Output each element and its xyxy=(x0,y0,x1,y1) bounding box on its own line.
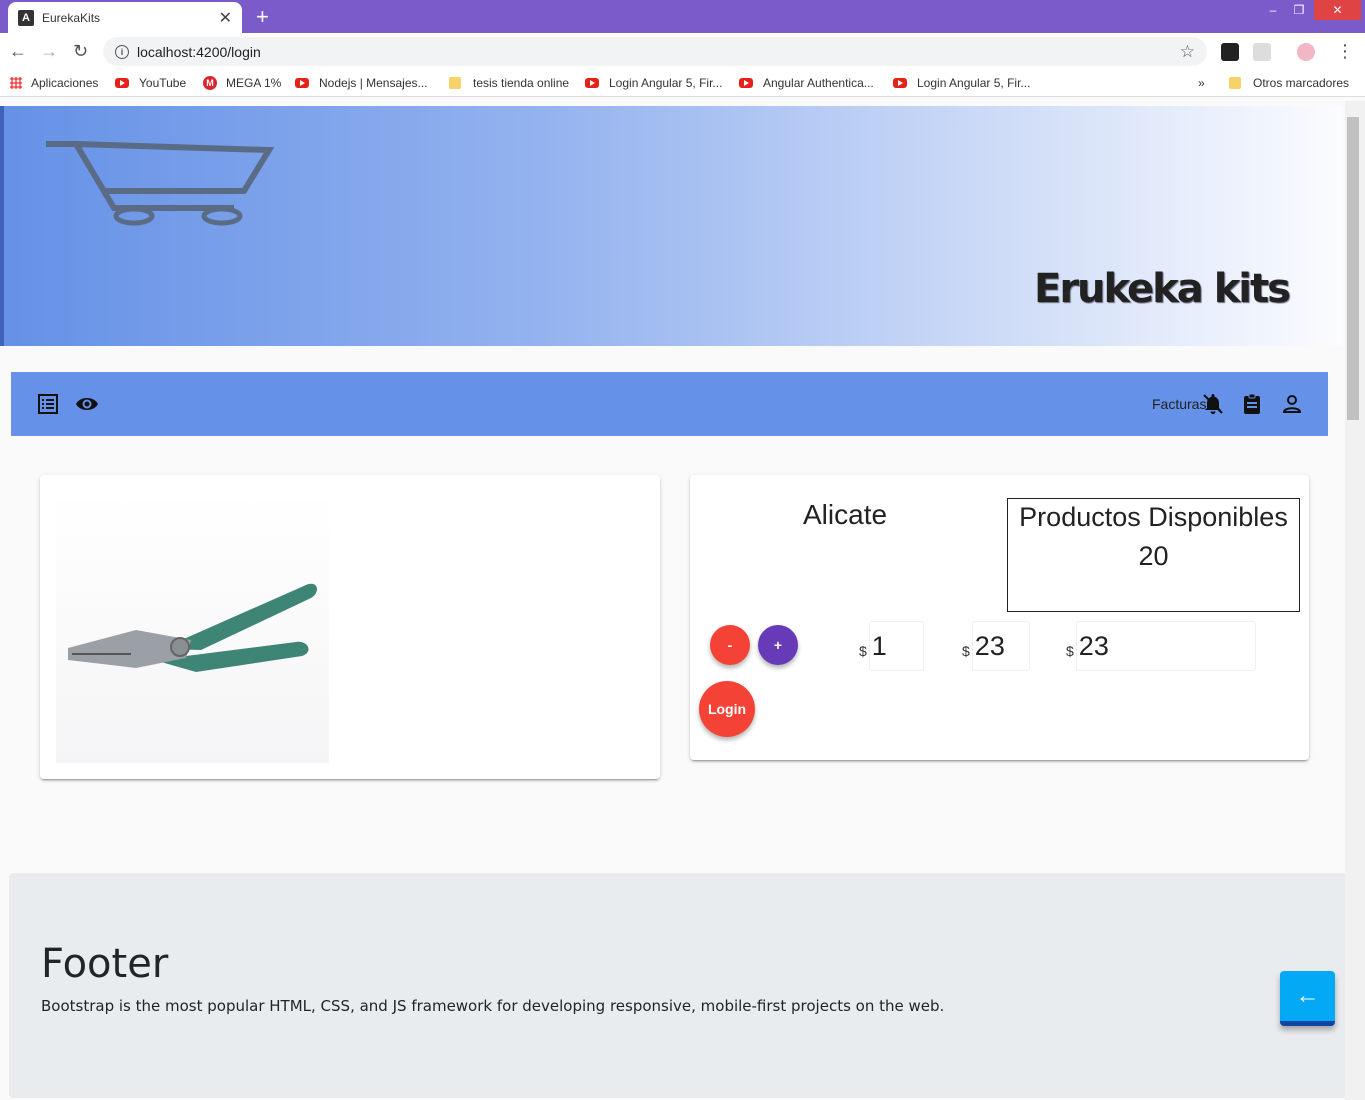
footer: Footer Bootstrap is the most popular HTM… xyxy=(9,873,1360,1098)
header-banner: Erukeka kits xyxy=(0,106,1342,346)
bookmarks-overflow-button[interactable]: » xyxy=(1198,76,1205,90)
bookmark-item[interactable]: M MEGA 1% xyxy=(203,76,281,90)
shopping-cart-icon xyxy=(46,141,274,226)
currency-symbol: $ xyxy=(962,643,970,659)
bookmark-item[interactable]: tesis tienda online xyxy=(449,76,569,90)
facturas-link[interactable]: Facturas xyxy=(1152,396,1206,412)
youtube-icon xyxy=(585,78,599,88)
total-price-input[interactable]: 23 xyxy=(1076,621,1256,671)
restore-icon[interactable]: ❐ xyxy=(1286,0,1312,20)
list-icon[interactable] xyxy=(36,392,60,416)
quantity-field: $ 1 xyxy=(859,621,924,671)
page-scrollbar[interactable] xyxy=(1345,101,1365,1100)
stock-box: Productos Disponibles 20 xyxy=(1007,498,1300,612)
tab-title: EurekaKits xyxy=(42,10,101,25)
bookmark-item[interactable]: Nodejs | Mensajes... xyxy=(295,76,428,90)
folder-icon xyxy=(449,77,461,89)
main-toolbar: Facturas xyxy=(11,372,1328,436)
bookmark-label: Otros marcadores xyxy=(1253,76,1350,90)
bookmark-label: MEGA 1% xyxy=(226,76,282,90)
close-tab-icon[interactable]: ✕ xyxy=(219,8,232,28)
reload-icon[interactable]: ↻ xyxy=(73,41,88,62)
product-name: Alicate xyxy=(803,499,888,530)
bookmark-item[interactable]: Angular Authentica... xyxy=(739,76,874,90)
notifications-off-icon[interactable] xyxy=(1201,392,1225,416)
account-icon[interactable] xyxy=(1280,392,1304,416)
scrollbar-thumb[interactable] xyxy=(1347,117,1359,420)
clipboard-icon[interactable] xyxy=(1240,392,1264,416)
pliers-icon xyxy=(68,583,318,672)
info-icon[interactable]: i xyxy=(115,44,129,59)
product-image-card xyxy=(40,475,660,779)
url-field[interactable]: i localhost:4200/login ☆ xyxy=(103,37,1207,66)
url-text[interactable]: localhost:4200/login xyxy=(137,44,1180,60)
close-window-icon[interactable]: ✕ xyxy=(1314,0,1361,20)
bookmark-label: tesis tienda online xyxy=(473,76,570,90)
angular-icon: A xyxy=(18,9,34,26)
eye-icon[interactable] xyxy=(75,392,99,416)
quantity-input[interactable]: 1 xyxy=(869,621,924,671)
unit-price-input[interactable]: 23 xyxy=(972,621,1030,671)
mega-icon: M xyxy=(203,76,217,90)
browser-tab-bar: A EurekaKits ✕ + – ❐ ✕ xyxy=(0,0,1365,33)
extension-s-icon[interactable] xyxy=(1253,43,1271,61)
product-detail-card: Alicate Productos Disponibles 20 - + Log… xyxy=(690,475,1309,760)
minimize-icon[interactable]: – xyxy=(1260,0,1286,20)
increase-button[interactable]: + xyxy=(758,625,798,665)
back-button[interactable]: ← xyxy=(1280,971,1335,1026)
footer-text: Bootstrap is the most popular HTML, CSS,… xyxy=(41,997,945,1015)
arrow-left-icon: ← xyxy=(1295,982,1320,1009)
bookmark-item[interactable]: Otros marcadores xyxy=(1229,76,1349,90)
menu-kebab-icon[interactable]: ⋮ xyxy=(1336,41,1354,62)
forward-arrow-icon[interactable]: → xyxy=(40,41,58,62)
more-icon: » xyxy=(1198,76,1205,90)
bookmark-label: Nodejs | Mensajes... xyxy=(319,76,428,90)
bookmark-label: Login Angular 5, Fir... xyxy=(609,76,723,90)
currency-symbol: $ xyxy=(1066,643,1074,659)
browser-tab[interactable]: A EurekaKits ✕ xyxy=(8,2,242,33)
footer-title: Footer xyxy=(41,941,169,987)
youtube-icon xyxy=(893,78,907,88)
brand-title: Erukeka kits xyxy=(1034,266,1291,312)
product-image xyxy=(56,490,329,763)
stock-title: Productos Disponibles xyxy=(1019,502,1288,532)
bookmarks-bar: Aplicaciones YouTube M MEGA 1% Nodejs | … xyxy=(0,70,1365,97)
back-arrow-icon[interactable]: ← xyxy=(9,41,27,62)
youtube-icon xyxy=(115,78,129,88)
page-content: Erukeka kits Facturas Alicate Productos … xyxy=(0,101,1360,1100)
currency-symbol: $ xyxy=(859,643,867,659)
address-bar: ← → ↻ i localhost:4200/login ☆ ⋮ xyxy=(0,33,1365,70)
bookmark-label: YouTube xyxy=(139,76,187,90)
unit-price-field: $ 23 xyxy=(962,621,1030,671)
decrease-button[interactable]: - xyxy=(710,625,750,665)
bookmark-item[interactable]: Login Angular 5, Fir... xyxy=(893,76,1030,90)
login-button[interactable]: Login xyxy=(699,681,755,737)
bookmark-item[interactable]: Login Angular 5, Fir... xyxy=(585,76,722,90)
youtube-icon xyxy=(295,78,309,88)
extension-icon[interactable] xyxy=(1221,43,1239,61)
bookmark-label: Angular Authentica... xyxy=(763,76,874,90)
bookmark-label: Login Angular 5, Fir... xyxy=(917,76,1031,90)
folder-icon xyxy=(1229,77,1241,89)
stock-value: 20 xyxy=(1138,541,1169,571)
bookmark-item[interactable]: Aplicaciones xyxy=(10,76,98,90)
new-tab-button[interactable]: + xyxy=(256,4,269,30)
youtube-icon xyxy=(739,78,753,88)
bookmark-item[interactable]: YouTube xyxy=(115,76,186,90)
apps-grid-icon xyxy=(10,77,22,89)
total-price-field: $ 23 xyxy=(1066,621,1256,671)
profile-avatar-icon[interactable] xyxy=(1297,43,1315,61)
bookmark-label: Aplicaciones xyxy=(31,76,99,90)
bookmark-star-icon[interactable]: ☆ xyxy=(1180,42,1195,62)
